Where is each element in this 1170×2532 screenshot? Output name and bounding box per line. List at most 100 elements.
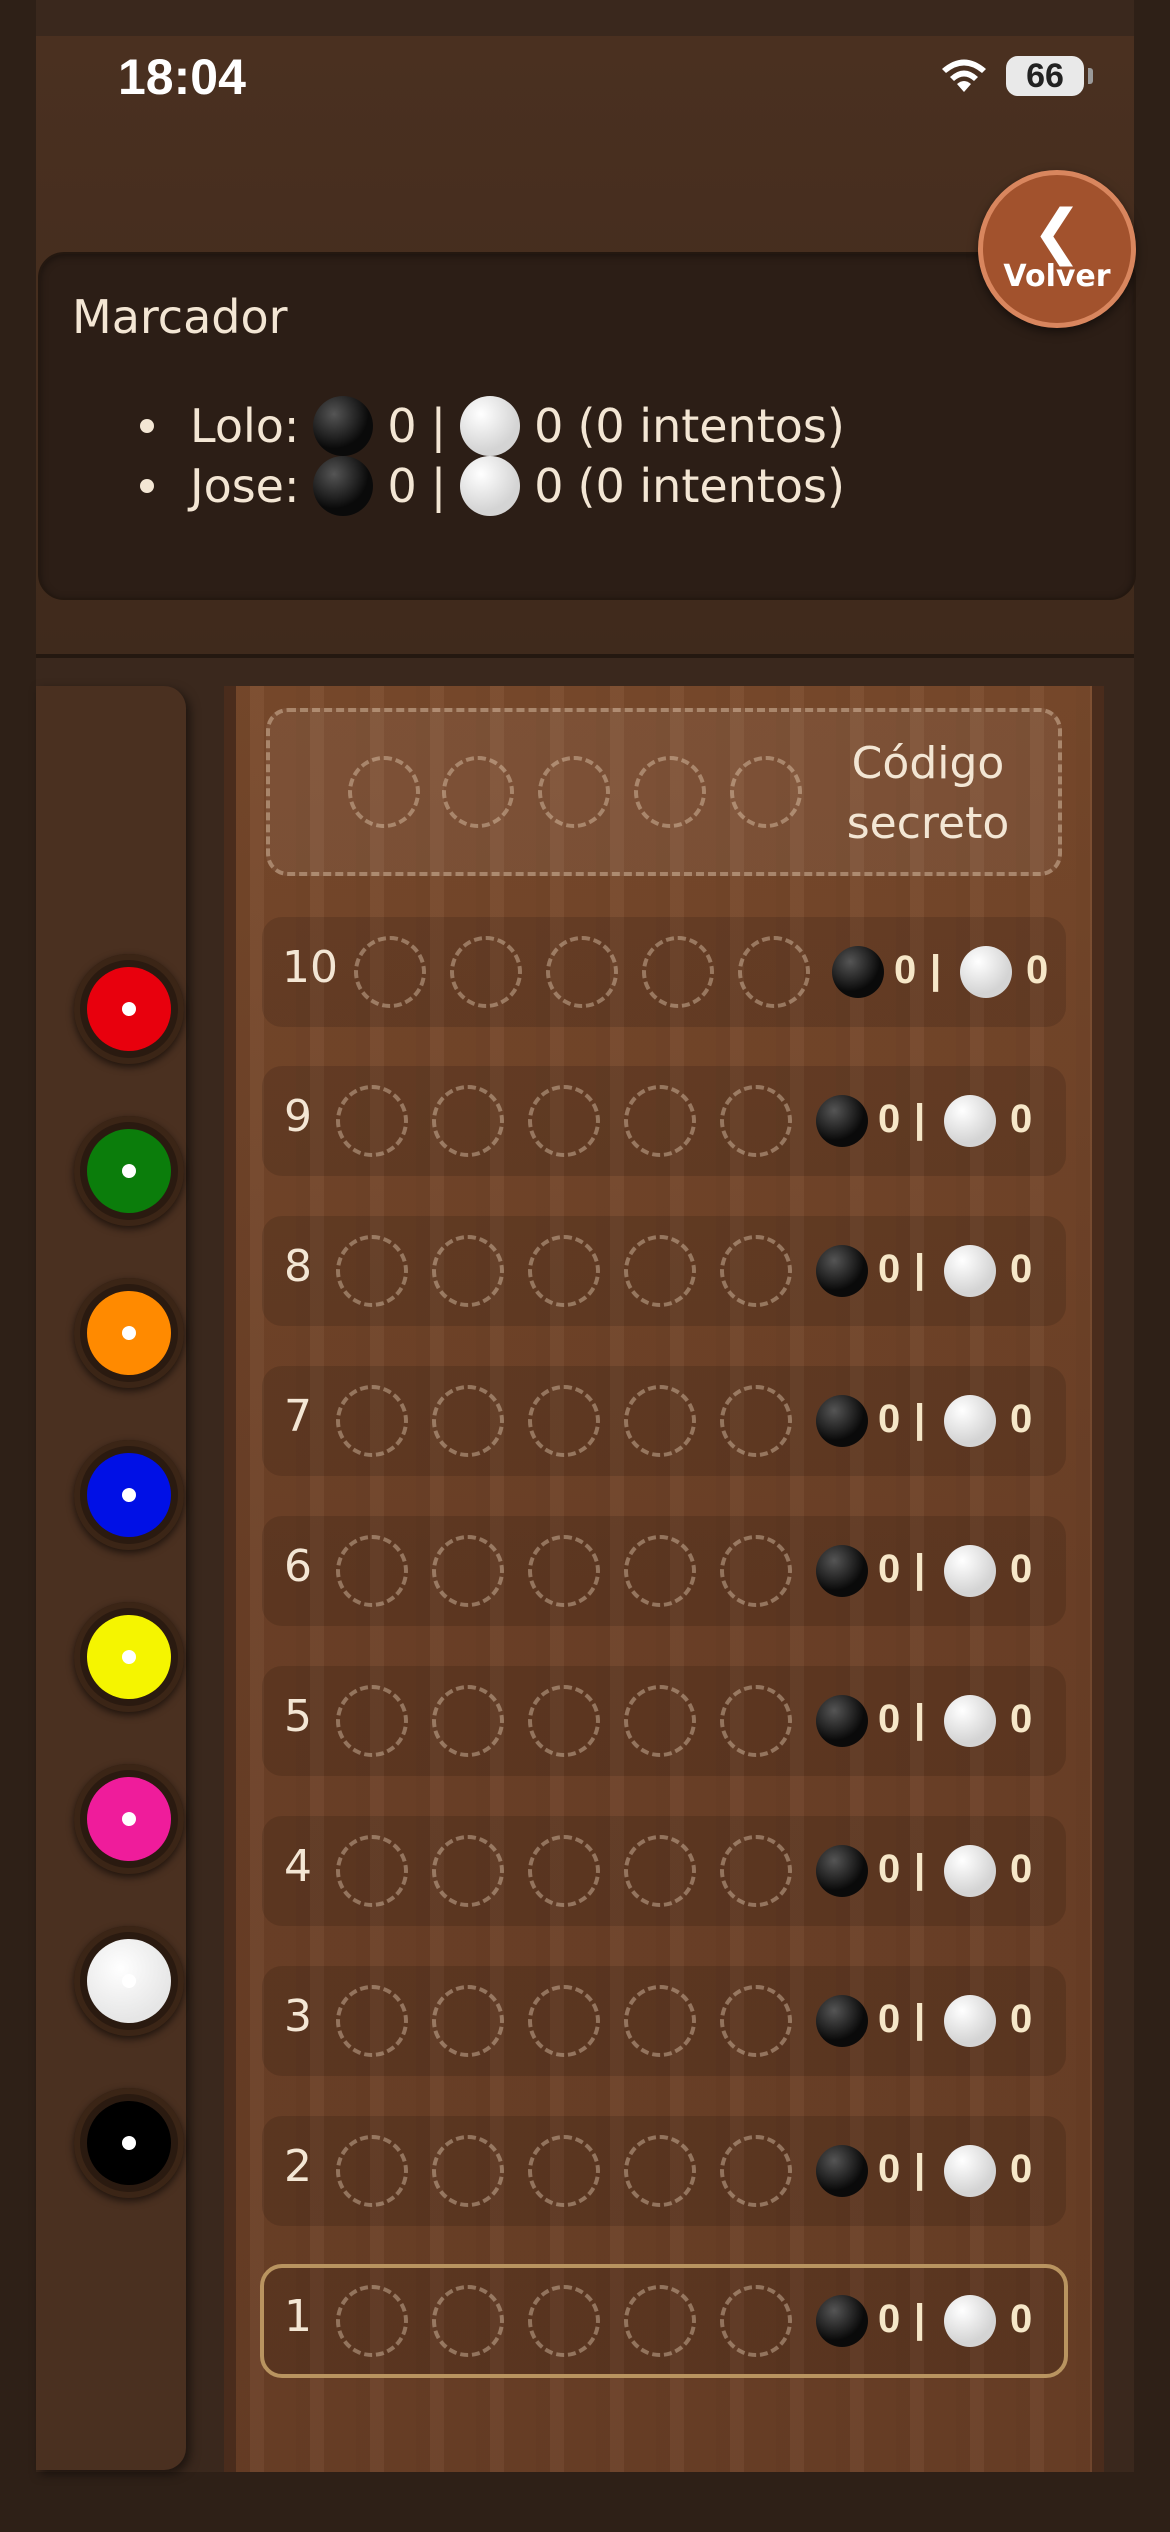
guess-slot[interactable]: [720, 1235, 792, 1307]
guess-slot[interactable]: [738, 936, 810, 1008]
player-black-count: 0: [387, 459, 417, 513]
guess-slot[interactable]: [450, 936, 522, 1008]
guess-slot[interactable]: [432, 1085, 504, 1157]
guess-slot[interactable]: [624, 2285, 696, 2357]
peg-center-dot: [122, 1164, 136, 1178]
guess-slot[interactable]: [336, 1535, 408, 1607]
guess-slot[interactable]: [336, 1685, 408, 1757]
color-peg-green[interactable]: [74, 1116, 184, 1226]
guess-slot[interactable]: [624, 1235, 696, 1307]
guess-slot[interactable]: [528, 1835, 600, 1907]
secret-slot: [634, 756, 706, 828]
guess-slot[interactable]: [624, 1385, 696, 1457]
bullet-icon: [140, 479, 154, 493]
guess-slot[interactable]: [336, 1235, 408, 1307]
secret-slot: [442, 756, 514, 828]
guess-slot[interactable]: [432, 2285, 504, 2357]
peg-center-dot: [122, 1326, 136, 1340]
row-number: 6: [284, 1541, 312, 1592]
divider: [36, 654, 1134, 658]
back-button[interactable]: ❮ Volver: [978, 170, 1136, 328]
feedback-black-peg-icon: [832, 946, 884, 998]
black-peg-icon: [313, 456, 374, 516]
guess-slot[interactable]: [720, 1085, 792, 1157]
guess-slot[interactable]: [720, 2135, 792, 2207]
score-line-player-2: Jose: 0 | 0 (0 intentos): [140, 456, 845, 516]
feedback-white-count: 0: [1010, 2147, 1033, 2191]
guess-slot[interactable]: [624, 1835, 696, 1907]
guess-slot[interactable]: [528, 1235, 600, 1307]
feedback-black-count: 0: [878, 1997, 901, 2041]
row-number: 4: [284, 1841, 312, 1892]
guess-slot[interactable]: [528, 2285, 600, 2357]
guess-slot[interactable]: [432, 1685, 504, 1757]
feedback-white-count: 0: [1010, 1997, 1033, 2041]
feedback-white-peg-icon: [944, 1845, 996, 1897]
color-peg-orange[interactable]: [74, 1278, 184, 1388]
feedback-black-count: 0: [878, 1097, 901, 1141]
feedback-separator: |: [914, 1397, 926, 1441]
guess-slot[interactable]: [528, 2135, 600, 2207]
feedback-separator: |: [914, 1997, 926, 2041]
color-peg-yellow[interactable]: [74, 1602, 184, 1712]
feedback-separator: |: [914, 1247, 926, 1291]
guess-slot[interactable]: [546, 936, 618, 1008]
feedback-white-count: 0: [1026, 948, 1049, 992]
guess-slot[interactable]: [336, 1385, 408, 1457]
guess-slot[interactable]: [336, 2285, 408, 2357]
guess-slot[interactable]: [624, 2135, 696, 2207]
guess-slot[interactable]: [720, 1385, 792, 1457]
guess-slot[interactable]: [336, 1985, 408, 2057]
white-peg-icon: [460, 456, 521, 516]
row-number: 8: [284, 1241, 312, 1292]
guess-slot[interactable]: [720, 1685, 792, 1757]
guess-slot[interactable]: [528, 1985, 600, 2057]
guess-slot[interactable]: [336, 2135, 408, 2207]
row-number: 1: [284, 2291, 312, 2342]
guess-slot[interactable]: [432, 1235, 504, 1307]
guess-slot[interactable]: [528, 1685, 600, 1757]
color-peg-red[interactable]: [74, 954, 184, 1064]
feedback-white-count: 0: [1010, 1097, 1033, 1141]
feedback-black-count: 0: [878, 2147, 901, 2191]
feedback-black-peg-icon: [816, 1545, 868, 1597]
back-button-label: Volver: [1003, 258, 1111, 294]
color-palette: [36, 686, 186, 2470]
feedback-white-peg-icon: [944, 2295, 996, 2347]
guess-slot[interactable]: [624, 1535, 696, 1607]
guess-slot[interactable]: [432, 1535, 504, 1607]
color-peg-black[interactable]: [74, 2088, 184, 2198]
guess-slot[interactable]: [624, 1685, 696, 1757]
feedback-white-count: 0: [1010, 1397, 1033, 1441]
feedback-black-count: 0: [878, 1397, 901, 1441]
guess-slot[interactable]: [528, 1085, 600, 1157]
score-line-player-1: Lolo: 0 | 0 (0 intentos): [140, 396, 845, 456]
guess-slot[interactable]: [720, 2285, 792, 2357]
guess-slot[interactable]: [432, 1985, 504, 2057]
guess-slot[interactable]: [336, 1835, 408, 1907]
guess-slot[interactable]: [528, 1535, 600, 1607]
scoreboard-title: Marcador: [72, 290, 288, 344]
color-peg-white[interactable]: [74, 1926, 184, 2036]
feedback-white-count: 0: [1010, 1847, 1033, 1891]
guess-slot[interactable]: [432, 2135, 504, 2207]
guess-slot[interactable]: [624, 1985, 696, 2057]
guess-slot[interactable]: [432, 1385, 504, 1457]
guess-slot[interactable]: [624, 1085, 696, 1157]
feedback-separator: |: [914, 2147, 926, 2191]
guess-slot[interactable]: [354, 936, 426, 1008]
color-peg-pink[interactable]: [74, 1764, 184, 1874]
player-white-count: 0: [534, 399, 564, 453]
guess-slot[interactable]: [336, 1085, 408, 1157]
guess-slot[interactable]: [720, 1985, 792, 2057]
guess-slot[interactable]: [720, 1535, 792, 1607]
feedback-black-count: 0: [878, 1847, 901, 1891]
guess-slot[interactable]: [528, 1385, 600, 1457]
feedback-black-peg-icon: [816, 1845, 868, 1897]
device-edge-left: [0, 0, 36, 2532]
guess-slot[interactable]: [720, 1835, 792, 1907]
guess-slot[interactable]: [432, 1835, 504, 1907]
guess-slot[interactable]: [642, 936, 714, 1008]
color-peg-blue[interactable]: [74, 1440, 184, 1550]
feedback-white-count: 0: [1010, 1697, 1033, 1741]
